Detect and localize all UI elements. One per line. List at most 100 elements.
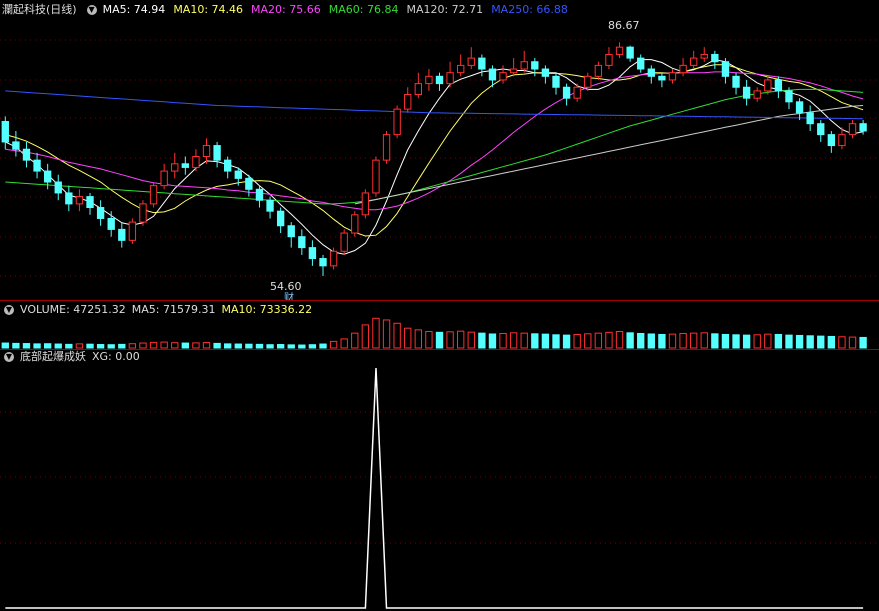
volume-bar bbox=[128, 343, 137, 349]
candle-body bbox=[425, 75, 433, 85]
finance-marker[interactable]: 财 bbox=[284, 289, 294, 300]
candle-body bbox=[711, 53, 719, 63]
volume-bar bbox=[245, 343, 253, 349]
volume-bar bbox=[1, 342, 9, 349]
candle-body bbox=[75, 196, 84, 205]
price-panel[interactable]: 瀾起科技(日线) ▼ MA5: 74.94 MA10: 74.46 MA20: 75… bbox=[0, 0, 879, 300]
volume-bar bbox=[234, 343, 242, 349]
candle-body bbox=[848, 123, 857, 136]
volume-bar bbox=[679, 332, 687, 349]
volume-bar bbox=[742, 334, 751, 349]
volume-bar bbox=[65, 343, 73, 349]
candle-body bbox=[764, 79, 772, 92]
candle-body bbox=[668, 72, 677, 81]
candle-body bbox=[33, 159, 41, 172]
candle-body bbox=[817, 123, 825, 136]
volume-bar bbox=[499, 332, 507, 349]
candle-body bbox=[446, 72, 454, 85]
volume-bar bbox=[404, 327, 412, 349]
volume-bar bbox=[753, 334, 761, 349]
candle-body bbox=[573, 86, 581, 99]
indicator-panel[interactable]: ▼ 底部起爆成妖 XG: 0.00 bbox=[0, 350, 879, 611]
ma250-line bbox=[5, 90, 864, 120]
volume-bar bbox=[467, 331, 475, 349]
candle-body bbox=[202, 145, 211, 158]
volume-bar bbox=[107, 344, 115, 349]
volume-bar bbox=[584, 333, 592, 349]
volume-bar bbox=[637, 332, 645, 349]
candle-body bbox=[181, 163, 190, 168]
candle-body bbox=[520, 61, 528, 70]
candle-body bbox=[234, 170, 242, 179]
candle-body bbox=[658, 75, 666, 81]
candle-body bbox=[298, 236, 306, 249]
candle-body bbox=[245, 177, 253, 190]
volume-bar bbox=[86, 343, 94, 349]
volume-bar bbox=[276, 344, 285, 349]
candlestick-chart[interactable] bbox=[0, 0, 879, 300]
candle-body bbox=[626, 46, 634, 59]
candle-body bbox=[54, 181, 62, 194]
volume-bar bbox=[700, 332, 708, 349]
volume-bar bbox=[838, 336, 846, 349]
volume-bar bbox=[308, 344, 317, 349]
volume-bar bbox=[33, 343, 41, 349]
volume-bar bbox=[764, 333, 772, 349]
candle-body bbox=[171, 163, 179, 172]
volume-bar bbox=[54, 343, 62, 349]
candle-body bbox=[1, 121, 9, 143]
volume-bar bbox=[541, 333, 550, 349]
candle-body bbox=[43, 170, 52, 183]
indicator-chart[interactable] bbox=[0, 350, 879, 611]
volume-bar bbox=[435, 331, 444, 349]
candle-body bbox=[721, 61, 730, 77]
candle-body bbox=[404, 94, 412, 110]
volume-bar bbox=[149, 341, 158, 349]
candle-body bbox=[22, 148, 31, 161]
volume-bar bbox=[329, 340, 338, 349]
volume-bar bbox=[806, 335, 814, 349]
candle-body bbox=[276, 210, 285, 227]
candle-body bbox=[488, 68, 497, 81]
candle-body bbox=[118, 228, 126, 241]
candle-body bbox=[308, 247, 317, 260]
candle-body bbox=[457, 64, 465, 74]
volume-bar bbox=[562, 334, 571, 349]
volume-bar bbox=[75, 343, 84, 349]
candle-body bbox=[329, 250, 338, 267]
volume-bar bbox=[668, 333, 677, 349]
candle-body bbox=[414, 83, 422, 96]
candle-body bbox=[319, 258, 327, 267]
candle-body bbox=[149, 185, 158, 205]
volume-bar bbox=[340, 338, 348, 349]
volume-bar bbox=[298, 344, 306, 349]
candle-body bbox=[795, 101, 804, 114]
candle-body bbox=[753, 90, 761, 99]
candle-body bbox=[65, 192, 73, 205]
volume-bar bbox=[287, 344, 295, 349]
volume-bar bbox=[478, 332, 486, 349]
volume-bar bbox=[552, 334, 560, 349]
candle-body bbox=[351, 214, 359, 234]
candle-body bbox=[107, 217, 115, 230]
candle-body bbox=[647, 68, 655, 77]
volume-bar bbox=[414, 329, 422, 349]
volume-bar bbox=[351, 332, 359, 349]
candle-body bbox=[615, 46, 624, 55]
candle-body bbox=[700, 53, 708, 59]
volume-bar bbox=[457, 330, 465, 349]
volume-bar bbox=[827, 335, 836, 349]
candle-body bbox=[12, 141, 20, 150]
candle-body bbox=[393, 108, 401, 136]
volume-bar bbox=[859, 336, 867, 349]
candle-body bbox=[509, 68, 518, 74]
candle-body bbox=[838, 134, 846, 147]
volume-bar bbox=[795, 334, 804, 349]
volume-chart[interactable] bbox=[0, 301, 879, 349]
ma120-line bbox=[354, 105, 864, 205]
volume-bar bbox=[711, 333, 719, 349]
candle-body bbox=[827, 134, 836, 147]
volume-panel[interactable]: ▼ VOLUME: 47251.32 MA5: 71579.31 MA10: 733… bbox=[0, 301, 879, 349]
candle-body bbox=[859, 123, 867, 132]
candle-body bbox=[86, 196, 94, 209]
